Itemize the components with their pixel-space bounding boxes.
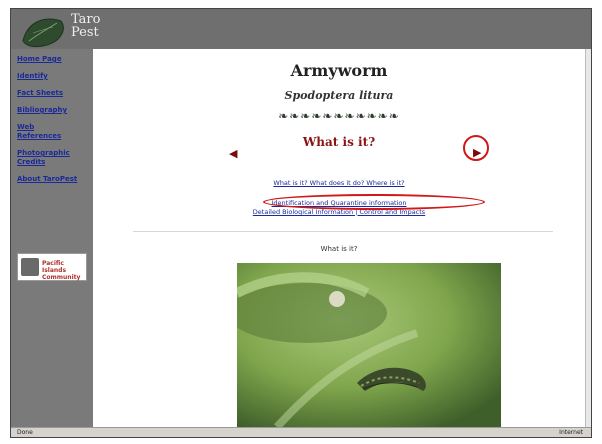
site-header: Taro Pest (11, 9, 591, 49)
sidebar-item-web-references[interactable]: Web References (13, 121, 61, 143)
status-text: Done (17, 429, 33, 436)
partner-badge-text: Pacific Islands Community (42, 260, 81, 281)
logo-text: Taro Pest (71, 13, 100, 39)
zone-indicator: Internet (559, 429, 583, 436)
sidebar-item-home-page[interactable]: Home Page (13, 53, 91, 66)
content-area: Armyworm Spodoptera litura ❧❧❧❧❧❧❧❧❧❧❧ ◀… (93, 49, 585, 427)
sidebar-item-identify[interactable]: Identify (13, 70, 91, 83)
logo-text-line2: Pest (71, 25, 99, 40)
page-title: Armyworm (290, 61, 388, 80)
highlight-ellipse-identification (263, 194, 485, 210)
partner-badge[interactable]: Pacific Islands Community (17, 253, 87, 281)
status-bar: Done Internet (11, 427, 591, 437)
partner-logo-icon (21, 258, 39, 276)
section-links-row[interactable]: What is it? What does it do? Where is it… (93, 179, 585, 187)
sidebar-item-bibliography[interactable]: Bibliography (13, 104, 91, 117)
divider-line (133, 231, 553, 232)
browser-window: Taro Pest Home Page Identify Fact Sheets… (10, 8, 592, 438)
sidebar-item-about-taropest[interactable]: About TaroPest (13, 173, 91, 186)
scrollbar[interactable] (585, 49, 591, 437)
armyworm-photo (237, 263, 501, 427)
sidebar: Home Page Identify Fact Sheets Bibliogra… (11, 49, 93, 437)
section-title: What is it? (302, 135, 376, 149)
scientific-name: Spodoptera litura (284, 89, 394, 102)
sidebar-nav: Home Page Identify Fact Sheets Bibliogra… (13, 53, 91, 186)
what-is-it-heading: What is it? (320, 245, 358, 253)
sidebar-item-photographic-credits[interactable]: Photographic Credits (13, 147, 81, 169)
sidebar-item-fact-sheets[interactable]: Fact Sheets (13, 87, 91, 100)
leaf-divider: ❧❧❧❧❧❧❧❧❧❧❧ (278, 109, 400, 123)
highlight-circle-next (463, 135, 489, 161)
